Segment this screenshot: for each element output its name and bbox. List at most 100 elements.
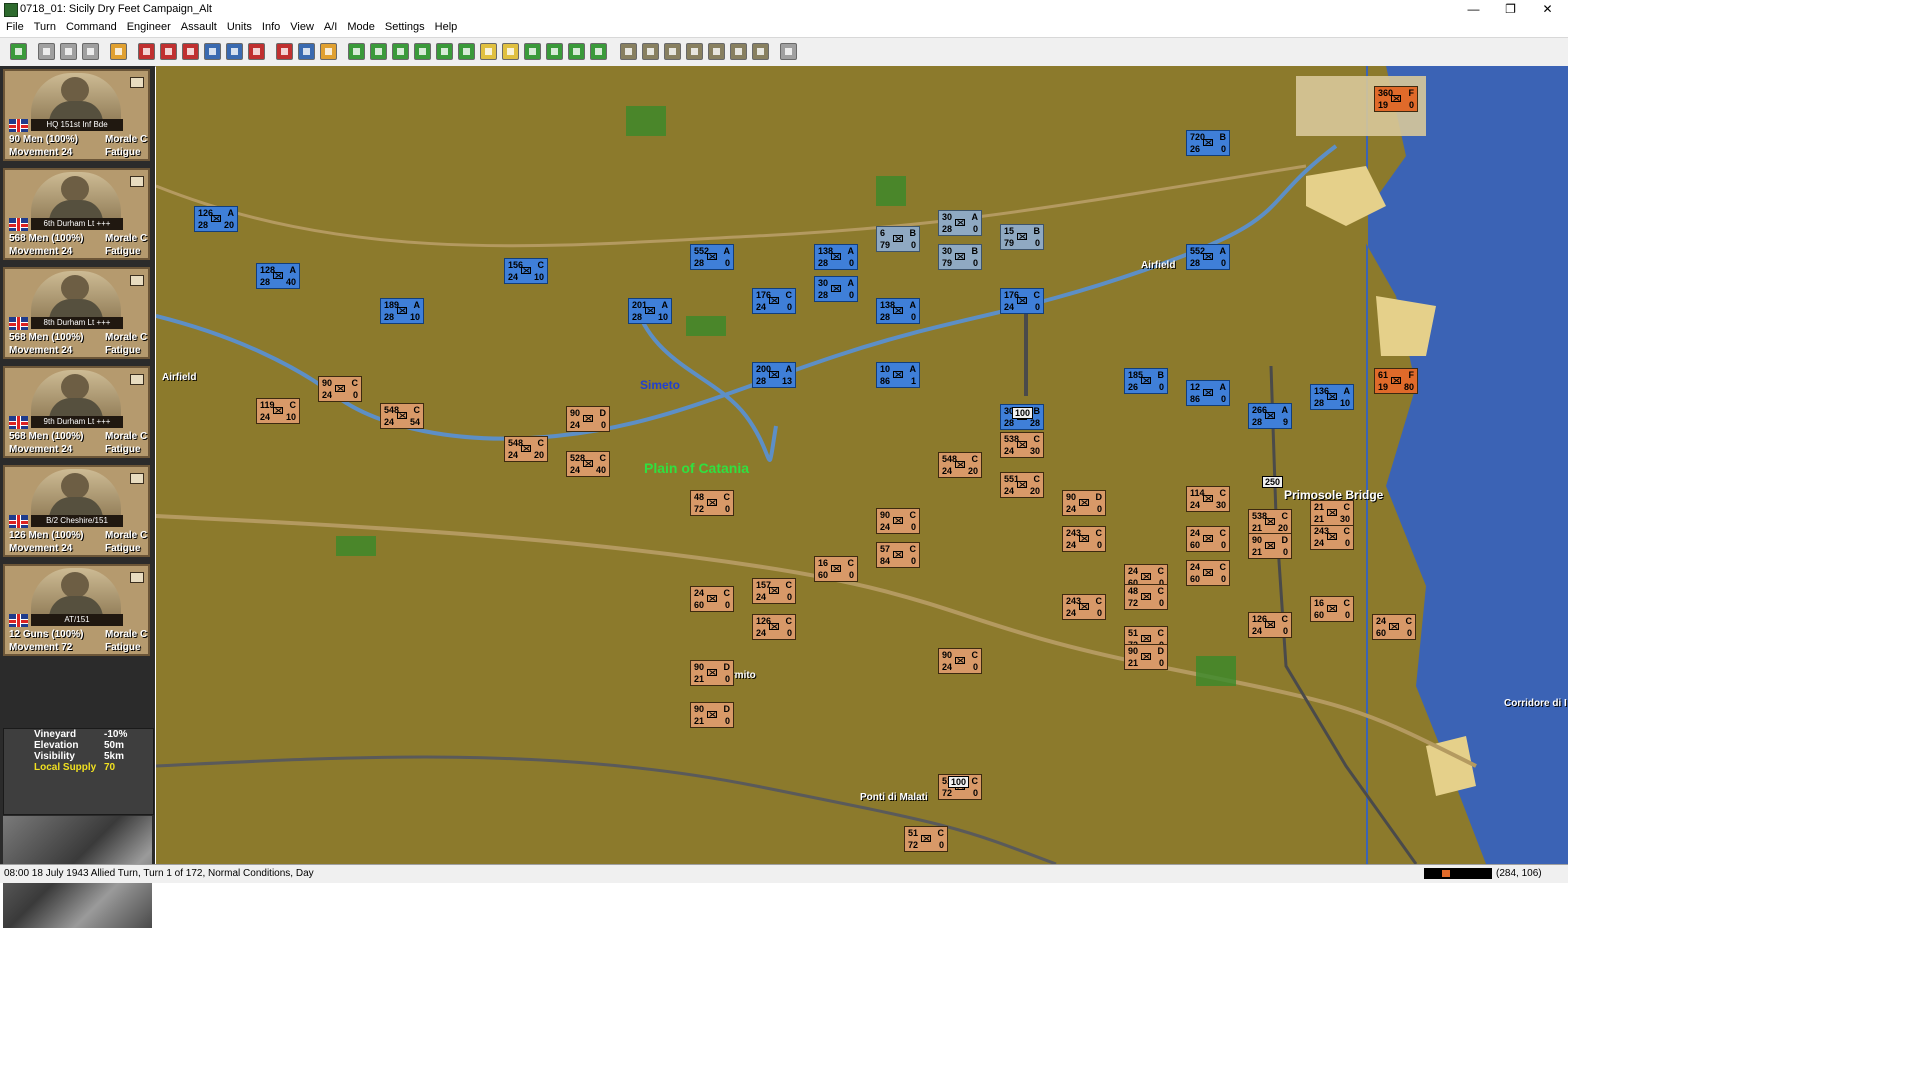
help-icon[interactable]	[780, 43, 797, 60]
unit-counter[interactable]: 16 C 60 0	[814, 556, 858, 582]
unit-counter[interactable]: 90 D 21 0	[690, 660, 734, 686]
unit-counter[interactable]: 138 A 28 0	[876, 298, 920, 324]
unit-counter[interactable]: 90 D 24 0	[566, 406, 610, 432]
unit-counter[interactable]: 30 A 28 0	[938, 210, 982, 236]
menu-view[interactable]: View	[285, 19, 319, 36]
diamond-icon[interactable]	[436, 43, 453, 60]
sun-icon[interactable]	[502, 43, 519, 60]
globe-icon[interactable]	[298, 43, 315, 60]
pencil-icon[interactable]	[276, 43, 293, 60]
unit-counter[interactable]: 138 A 28 0	[814, 244, 858, 270]
unit-counter[interactable]: 24 C 60 0	[1186, 560, 1230, 586]
tree-icon[interactable]	[730, 43, 747, 60]
clock-icon[interactable]	[686, 43, 703, 60]
menu-engineer[interactable]: Engineer	[122, 19, 176, 36]
unit-counter[interactable]: 90 D 21 0	[1248, 533, 1292, 559]
unit-counter[interactable]: 136 A 28 10	[1310, 384, 1354, 410]
menu-ai[interactable]: A/I	[319, 19, 342, 36]
unit-counter[interactable]: 360 F 19 0	[1374, 86, 1418, 112]
hex-map[interactable]: Airfield Simeto Plain of Catania Airfield Pr…	[156, 66, 1568, 864]
unit-counter[interactable]: 119 C 24 10	[256, 398, 300, 424]
unit-counter[interactable]: 24 C 60 0	[1372, 614, 1416, 640]
unit-counter[interactable]: 548 C 24 54	[380, 403, 424, 429]
airplane-cross-icon[interactable]	[226, 43, 243, 60]
target-icon[interactable]	[10, 43, 27, 60]
unit-counter[interactable]: 176C240	[752, 288, 796, 314]
unit-counter[interactable]: 157 C 24 0	[752, 578, 796, 604]
info-icon[interactable]	[752, 43, 769, 60]
unit-counter[interactable]: 552 A 28 0	[690, 244, 734, 270]
menu-info[interactable]: Info	[257, 19, 285, 36]
unit-counter[interactable]: 24 C 60 0	[690, 586, 734, 612]
unit-counter[interactable]: 90 D 21 0	[690, 702, 734, 728]
plus-icon[interactable]	[348, 43, 365, 60]
unit-counter[interactable]: 128 A 28 40	[256, 263, 300, 289]
unit-counter[interactable]: 15 B 79 0	[1000, 224, 1044, 250]
menu-mode[interactable]: Mode	[342, 19, 380, 36]
unit-counter[interactable]: 189 A 28 10	[380, 298, 424, 324]
unit-counter[interactable]: 176C240	[1000, 288, 1044, 314]
unit-counter[interactable]: 243 C 24 0	[1310, 524, 1354, 550]
unit-card[interactable]: AT/151 12 Guns (100%) Morale C Movement 72 F…	[3, 564, 150, 656]
unit-counter[interactable]: 243 C 24 0	[1062, 594, 1106, 620]
unit-counter[interactable]: 90 D 21 0	[1124, 644, 1168, 670]
lock-icon[interactable]	[620, 43, 637, 60]
unit-counter[interactable]: 21 C 21 30	[1310, 500, 1354, 526]
menu-help[interactable]: Help	[430, 19, 463, 36]
unit-counter[interactable]: 30 B 79 0	[938, 244, 982, 270]
unit-counter[interactable]: 201 A 28 10	[628, 298, 672, 324]
unit-counter[interactable]: 185 B 26 0	[1124, 368, 1168, 394]
bars-icon[interactable]	[708, 43, 725, 60]
menu-file[interactable]: File	[0, 19, 29, 36]
unit-counter[interactable]: 156 C 24 10	[504, 258, 548, 284]
unit-counter[interactable]: 126 C 24 0	[752, 614, 796, 640]
unit-counter[interactable]: 51 C 72 0	[904, 826, 948, 852]
bird-icon[interactable]	[480, 43, 497, 60]
unit-counter[interactable]: 551 C 24 20	[1000, 472, 1044, 498]
swap-icon[interactable]	[590, 43, 607, 60]
unit-card[interactable]: 9th Durham Lt +++ 568 Men (100%) Morale C M…	[3, 366, 150, 458]
unit-counter[interactable]: 30 A 28 0	[814, 276, 858, 302]
unit-counter[interactable]: 10 A 86 1	[876, 362, 920, 388]
unit-counter[interactable]: 243 C 24 0	[1062, 526, 1106, 552]
terrain-icon[interactable]	[524, 43, 541, 60]
unit-counter[interactable]: 90 D 24 0	[1062, 490, 1106, 516]
unit-card[interactable]: 6th Durham Lt +++ 568 Men (100%) Morale C M…	[3, 168, 150, 260]
grid-icon[interactable]	[392, 43, 409, 60]
shield-s-icon[interactable]	[160, 43, 177, 60]
unit-counter[interactable]: 548 C 24 20	[504, 436, 548, 462]
unit-counter[interactable]: 6 B 79 0	[876, 226, 920, 252]
folder-icon[interactable]	[60, 43, 77, 60]
unit-counter[interactable]: 48 C 72 0	[1124, 584, 1168, 610]
unit-counter[interactable]: 538 C 21 20	[1248, 509, 1292, 535]
cup-icon[interactable]	[664, 43, 681, 60]
scroll-icon[interactable]	[110, 43, 127, 60]
mail-icon[interactable]	[130, 275, 144, 286]
unit-counter[interactable]: 12 A 86 0	[1186, 380, 1230, 406]
brush-icon[interactable]	[182, 43, 199, 60]
unit-counter[interactable]: 57 C 84 0	[876, 542, 920, 568]
unit-counter[interactable]: 200 A 28 13	[752, 362, 796, 388]
close-button[interactable]: ✕	[1529, 0, 1566, 19]
shield-icon[interactable]	[138, 43, 155, 60]
unit-counter[interactable]: 90 C 24 0	[938, 648, 982, 674]
unit-counter[interactable]: 16 C 60 0	[1310, 596, 1354, 622]
print-icon[interactable]	[82, 43, 99, 60]
monitor-icon[interactable]	[546, 43, 563, 60]
unit-counter[interactable]: 552 A 28 0	[1186, 244, 1230, 270]
minimize-button[interactable]: —	[1455, 0, 1492, 19]
unit-counter[interactable]: 126 A 28 20	[194, 206, 238, 232]
unit-counter[interactable]: 61 F 19 80	[1374, 368, 1418, 394]
mail-icon[interactable]	[130, 473, 144, 484]
mail-icon[interactable]	[130, 374, 144, 385]
unit-counter[interactable]: 720 B 26 0	[1186, 130, 1230, 156]
unit-counter[interactable]: 528 C 24 40	[566, 451, 610, 477]
mail-icon[interactable]	[130, 176, 144, 187]
menu-command[interactable]: Command	[61, 19, 122, 36]
maximize-button[interactable]: ❐	[1492, 0, 1529, 19]
mail-icon[interactable]	[130, 572, 144, 583]
flag-icon[interactable]	[458, 43, 475, 60]
unit-counter[interactable]: 90 C 24 0	[318, 376, 362, 402]
binoculars-icon[interactable]	[642, 43, 659, 60]
unit-counter[interactable]: 114 C 24 30	[1186, 486, 1230, 512]
